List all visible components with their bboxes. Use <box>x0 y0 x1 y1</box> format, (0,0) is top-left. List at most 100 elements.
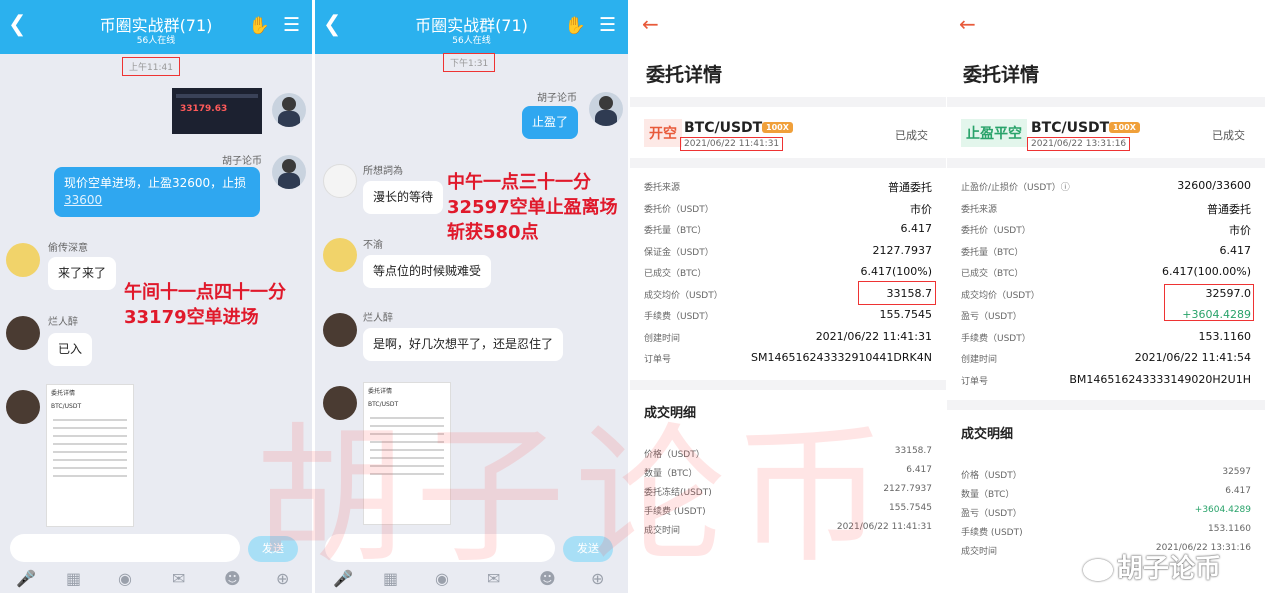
send-button[interactable]: 发送 <box>563 536 613 562</box>
message-bubble: 漫长的等待 <box>363 181 444 214</box>
chat-header: ❮ 币圈实战群(71) 56人在线 ✋ ☰ <box>0 0 312 54</box>
row-value: BM146516243333149020H2U1H <box>1069 372 1251 386</box>
image-icon[interactable]: ▦ <box>66 569 81 588</box>
row-label: 成交时间 <box>644 526 681 536</box>
chat-header: ❮ 币圈实战群(71) 56人在线 ✋ ☰ <box>315 0 628 54</box>
row-label: 盈亏（USDT） <box>961 509 1022 519</box>
message-bubble: 来了来了 <box>48 257 117 290</box>
message-input[interactable] <box>325 534 555 562</box>
avatar[interactable] <box>323 386 357 420</box>
menu-icon[interactable]: ☰ <box>599 16 616 35</box>
row-value: 2021/06/22 11:41:31 <box>836 522 932 532</box>
group-hand-icon[interactable]: ✋ <box>249 16 270 36</box>
plus-icon[interactable]: ⊕ <box>276 569 289 588</box>
row-value: 市价 <box>1229 224 1251 237</box>
camera-icon[interactable]: ◉ <box>118 569 132 588</box>
message-text: 现价空单进场，止盈32600，止损 <box>64 176 247 190</box>
market-screenshot[interactable]: 33179.63 <box>172 88 262 134</box>
sender-name: 胡子论币 <box>222 156 262 167</box>
avatar[interactable] <box>589 92 623 126</box>
avatar[interactable] <box>272 155 306 189</box>
sender-name: 胡子论币 <box>537 93 577 104</box>
detail-row: 已成交（BTC） 6.417(100%) <box>644 265 932 280</box>
detail-row: 委托量（BTC） 6.417 <box>961 243 1252 259</box>
row-label: 订单号 <box>644 355 672 365</box>
page-title: 委托详情 <box>963 64 1040 86</box>
sender-name: 烂人醉 <box>48 317 78 328</box>
detail-row: 委托冻结(USDT) 2127.7937 <box>644 484 932 499</box>
avatar[interactable] <box>6 390 40 424</box>
row-value: 155.7545 <box>889 503 932 513</box>
detail-row: 手续费 (USDT) 155.7545 <box>644 503 932 518</box>
time-chip: 上午11:41 <box>122 57 180 76</box>
annotation: 中午一点三十一分 32597空单止盈离场 斩获580点 <box>447 170 618 245</box>
menu-icon[interactable]: ☰ <box>283 16 300 35</box>
row-label: 委托来源 <box>961 204 998 215</box>
row-label: 委托价（USDT） <box>644 204 714 215</box>
avatar[interactable] <box>6 243 40 277</box>
detail-row: 订单号 BM146516243333149020H2U1H <box>961 372 1251 388</box>
detail-row: 手续费（USDT） 153.1160 <box>961 330 1251 345</box>
message-bubble: 已入 <box>48 333 93 366</box>
detail-row: 盈亏（USDT） +3604.4289 <box>961 505 1251 520</box>
avatar[interactable] <box>6 316 40 350</box>
send-button[interactable]: 发送 <box>248 536 298 562</box>
row-value: 33158.7 <box>894 446 932 456</box>
row-label: 已成交（BTC） <box>644 269 707 279</box>
row-value: 2021/06/22 11:41:31 <box>815 329 932 343</box>
row-label: 保证金（USDT） <box>644 247 714 258</box>
trading-pair: BTC/USDT <box>684 120 763 136</box>
emoji-icon[interactable]: ☻ <box>539 569 556 588</box>
avatar[interactable] <box>323 313 357 347</box>
row-label: 价格（USDT） <box>961 471 1022 481</box>
chat-panel-1: ❮ 币圈实战群(71) 56人在线 ✋ ☰ 上午11:41 33179.63 胡… <box>0 0 312 593</box>
row-label: 数量（BTC） <box>644 469 698 479</box>
detail-row: 委托来源 普通委托 <box>961 202 1251 216</box>
avatar[interactable] <box>272 93 306 127</box>
mic-icon[interactable]: 🎤 <box>16 569 36 588</box>
back-arrow-icon[interactable]: ← <box>959 12 976 36</box>
message-input[interactable] <box>10 534 240 562</box>
row-value: +3604.4289 <box>1194 505 1251 515</box>
row-label: 委托量（BTC） <box>961 247 1024 258</box>
thumbnail-pair: BTC/USDT <box>51 403 82 410</box>
order-detail-2: ← 委托详情 止盈平空 BTC/USDT 100X 已成交 2021/06/22… <box>947 0 1265 593</box>
row-label: 已成交（BTC） <box>961 269 1024 279</box>
row-value: 普通委托 <box>1207 202 1251 216</box>
back-arrow-icon[interactable]: ← <box>642 12 659 36</box>
row-value: 2021/06/22 11:41:54 <box>1134 351 1251 364</box>
image-thumbnail[interactable]: 委托详情 BTC/USDT <box>46 384 134 527</box>
mic-icon[interactable]: 🎤 <box>333 569 353 588</box>
row-label: 委托价（USDT） <box>961 226 1031 236</box>
row-value: 2127.7937 <box>872 243 933 257</box>
highlight-box <box>1164 284 1254 321</box>
annotation-line: 中午一点三十一分 <box>447 172 591 193</box>
row-label: 委托来源 <box>644 183 681 193</box>
group-hand-icon[interactable]: ✋ <box>565 16 586 36</box>
camera-icon[interactable]: ◉ <box>435 569 449 588</box>
avatar[interactable] <box>323 164 357 198</box>
redpacket-icon[interactable]: ✉ <box>172 569 185 588</box>
message-bubble: 等点位的时候贼难受 <box>363 255 492 288</box>
detail-row: 委托价（USDT） 市价 <box>644 202 932 216</box>
chat-toolbar: 🎤 ▦ ◉ ✉ ☻ ⊕ <box>315 567 628 593</box>
row-label: 创建时间 <box>961 355 998 365</box>
row-label: 止盈价/止损价（USDT）ⓘ <box>961 183 1070 193</box>
row-value: 6.417 <box>906 465 932 475</box>
detail-row: 创建时间 2021/06/22 11:41:54 <box>961 351 1251 366</box>
row-value: 普通委托 <box>888 181 932 194</box>
image-thumbnail[interactable]: 委托详情 BTC/USDT <box>363 382 451 525</box>
image-icon[interactable]: ▦ <box>383 569 398 588</box>
detail-row: 已成交（BTC） 6.417(100.00%) <box>961 265 1251 280</box>
row-value: 6.417 <box>1219 243 1252 257</box>
avatar[interactable] <box>323 238 357 272</box>
detail-row: 数量（BTC） 6.417 <box>644 465 932 480</box>
row-label: 手续费 (USDT) <box>961 528 1023 538</box>
redpacket-icon[interactable]: ✉ <box>487 569 500 588</box>
row-value: 153.1160 <box>1208 524 1251 534</box>
emoji-icon[interactable]: ☻ <box>224 569 241 588</box>
message-link[interactable]: 33600 <box>64 193 102 207</box>
plus-icon[interactable]: ⊕ <box>591 569 604 588</box>
row-value: 6.417 <box>1225 486 1251 496</box>
row-value: 2127.7937 <box>883 484 932 494</box>
